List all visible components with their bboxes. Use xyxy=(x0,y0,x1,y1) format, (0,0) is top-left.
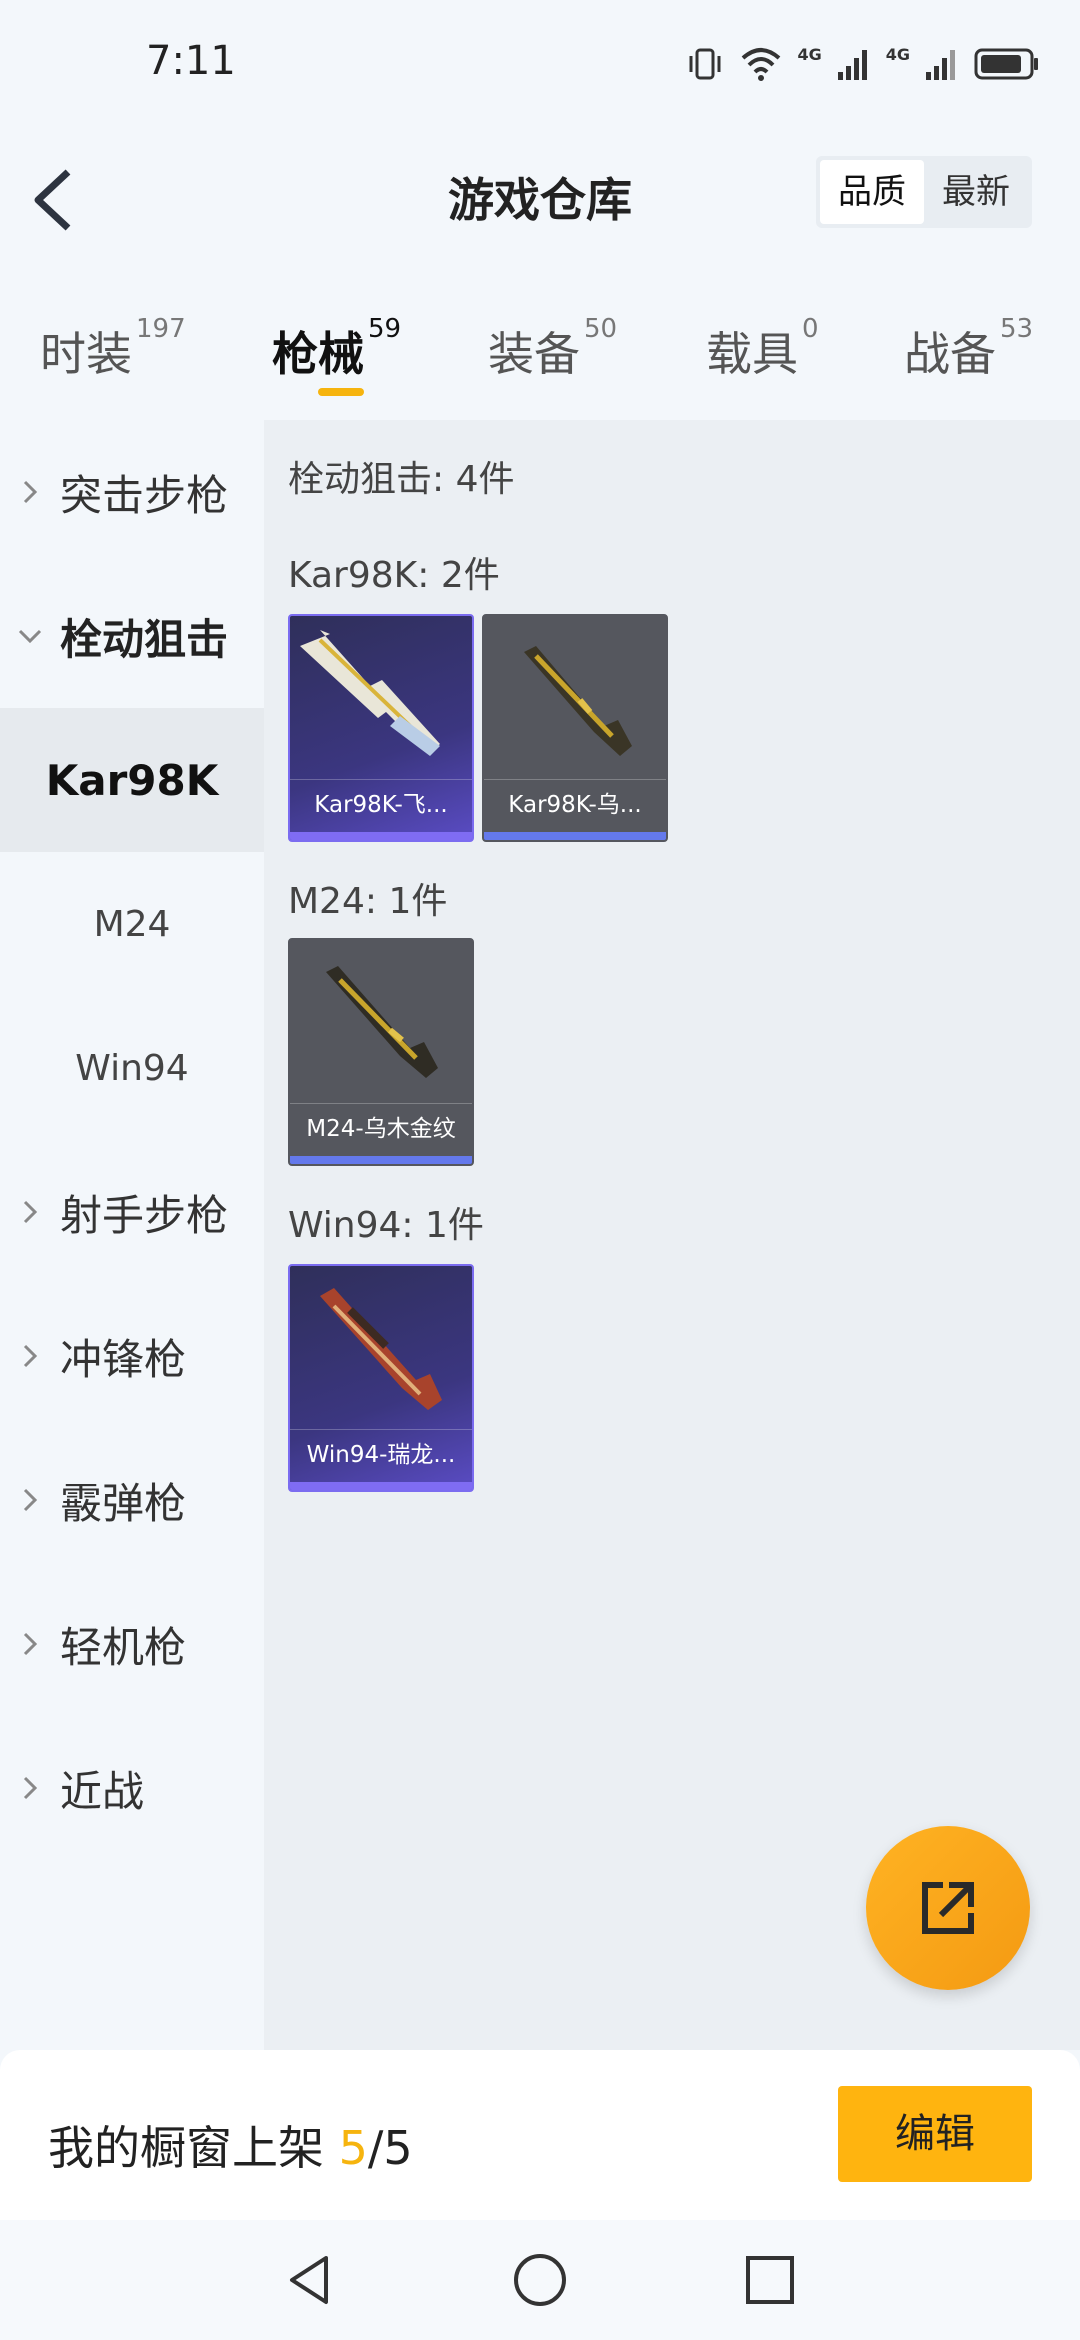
tab-equipment[interactable]: 装备 50 xyxy=(488,314,617,384)
sidebar-item-label: 霰弹枪 xyxy=(60,1478,187,1528)
tab-count: 59 xyxy=(368,314,402,344)
sidebar-subitem-win94[interactable]: Win94 xyxy=(0,996,264,1140)
nav-home-icon[interactable] xyxy=(510,2250,570,2310)
sidebar-item-marksman-rifle[interactable]: 射手步枪 xyxy=(0,1140,264,1284)
rarity-bar xyxy=(290,1156,472,1164)
sidebar-item-label: 近战 xyxy=(60,1766,145,1816)
chevron-down-icon xyxy=(0,626,60,646)
chevron-right-icon xyxy=(0,1342,60,1370)
inventory-content: 栓动狙击: 4件 Kar98K: 2件 Kar98K-飞... Kar98K-乌… xyxy=(264,420,1080,2050)
chevron-right-icon xyxy=(0,1198,60,1226)
sidebar-item-assault-rifle[interactable]: 突击步枪 xyxy=(0,420,264,564)
group-title: Win94: 1件 xyxy=(288,1205,484,1246)
tab-supplies[interactable]: 战备 53 xyxy=(904,314,1033,384)
item-name: Win94-瑞龙... xyxy=(290,1429,472,1480)
tab-count: 53 xyxy=(1000,314,1034,344)
tab-label: 时装 xyxy=(40,327,132,381)
chevron-right-icon xyxy=(0,1486,60,1514)
sidebar-item-label: 射手步枪 xyxy=(60,1190,229,1240)
sidebar-item-label: 突击步枪 xyxy=(60,470,229,520)
header: 游戏仓库 品质 最新 xyxy=(0,130,1080,260)
vibrate-icon xyxy=(689,48,721,80)
tab-label: 载具 xyxy=(706,327,798,381)
tab-vehicles[interactable]: 载具 0 xyxy=(706,314,819,384)
rarity-bar xyxy=(290,1482,472,1490)
signal-icon xyxy=(837,50,867,80)
system-navigation-bar xyxy=(0,2220,1080,2340)
sidebar-item-shotgun[interactable]: 霰弹枪 xyxy=(0,1428,264,1572)
category-summary: 栓动狙击: 4件 xyxy=(288,459,515,500)
item-card[interactable]: Kar98K-乌... xyxy=(482,614,668,842)
sidebar-subitem-kar98k[interactable]: Kar98K xyxy=(0,708,264,852)
weapon-category-sidebar: 突击步枪 栓动狙击 Kar98K M24 Win94 射手步枪 冲锋枪 霰弹枪 … xyxy=(0,420,264,2050)
sidebar-item-smg[interactable]: 冲锋枪 xyxy=(0,1284,264,1428)
active-tab-indicator xyxy=(318,388,364,396)
rarity-bar xyxy=(290,832,472,840)
sidebar-item-lmg[interactable]: 轻机枪 xyxy=(0,1572,264,1716)
showcase-status: 我的橱窗上架 5/5 xyxy=(48,2112,413,2178)
item-name: Kar98K-乌... xyxy=(484,779,666,830)
rarity-bar xyxy=(484,832,666,840)
sort-toggle: 品质 最新 xyxy=(816,156,1032,228)
item-card[interactable]: Win94-瑞龙... xyxy=(288,1264,474,1492)
sidebar-item-label: 冲锋枪 xyxy=(60,1334,187,1384)
network-type-label: 4G xyxy=(885,44,910,64)
sidebar-item-melee[interactable]: 近战 xyxy=(0,1716,264,1860)
group-title: Kar98K: 2件 xyxy=(288,555,500,596)
edit-button[interactable]: 编辑 xyxy=(838,2086,1032,2182)
status-icons: 4G 4G xyxy=(685,44,1040,84)
sort-newest-button[interactable]: 最新 xyxy=(924,160,1028,224)
rifle-icon xyxy=(524,646,632,756)
tab-firearms[interactable]: 枪械 59 xyxy=(272,314,401,384)
tab-count: 197 xyxy=(136,314,186,344)
showcase-bar: 我的橱窗上架 5/5 编辑 xyxy=(0,2050,1080,2220)
chevron-right-icon xyxy=(0,478,60,506)
tab-fashion[interactable]: 时装 197 xyxy=(40,314,186,384)
network-type-label: 4G xyxy=(797,44,822,64)
item-name: Kar98K-飞... xyxy=(290,779,472,830)
share-external-icon xyxy=(922,1882,974,1934)
tab-count: 50 xyxy=(584,314,618,344)
status-time: 7:11 xyxy=(146,38,236,84)
item-name: M24-乌木金纹 xyxy=(290,1103,472,1154)
rifle-icon xyxy=(326,966,438,1078)
sort-quality-button[interactable]: 品质 xyxy=(820,160,924,224)
sidebar-item-bolt-action-sniper[interactable]: 栓动狙击 xyxy=(0,564,264,708)
tab-label: 装备 xyxy=(488,327,580,381)
status-bar: 7:11 4G 4G xyxy=(0,0,1080,130)
signal-icon xyxy=(926,50,955,80)
wifi-icon xyxy=(742,48,781,81)
sidebar-item-label: 栓动狙击 xyxy=(60,614,229,664)
showcase-label: 我的橱窗上架 xyxy=(48,2121,324,2175)
tab-count: 0 xyxy=(802,314,819,344)
chevron-right-icon xyxy=(0,1630,60,1658)
nav-recents-icon[interactable] xyxy=(740,2250,800,2310)
group-title: M24: 1件 xyxy=(288,881,448,922)
item-card[interactable]: Kar98K-飞... xyxy=(288,614,474,842)
share-button[interactable] xyxy=(866,1826,1030,1990)
showcase-count-total: /5 xyxy=(367,2121,413,2175)
sidebar-subitem-m24[interactable]: M24 xyxy=(0,852,264,996)
rifle-icon xyxy=(300,630,440,756)
showcase-count-current: 5 xyxy=(338,2121,368,2175)
tab-label: 枪械 xyxy=(272,327,364,381)
item-card[interactable]: M24-乌木金纹 xyxy=(288,938,474,1166)
rifle-icon xyxy=(320,1288,442,1410)
sidebar-item-label: 轻机枪 xyxy=(60,1622,187,1672)
category-tabs: 时装 197 枪械 59 装备 50 载具 0 战备 53 xyxy=(0,300,1080,410)
battery-icon xyxy=(974,48,1038,80)
tab-label: 战备 xyxy=(904,327,996,381)
nav-back-icon[interactable] xyxy=(280,2250,340,2310)
chevron-right-icon xyxy=(0,1774,60,1802)
